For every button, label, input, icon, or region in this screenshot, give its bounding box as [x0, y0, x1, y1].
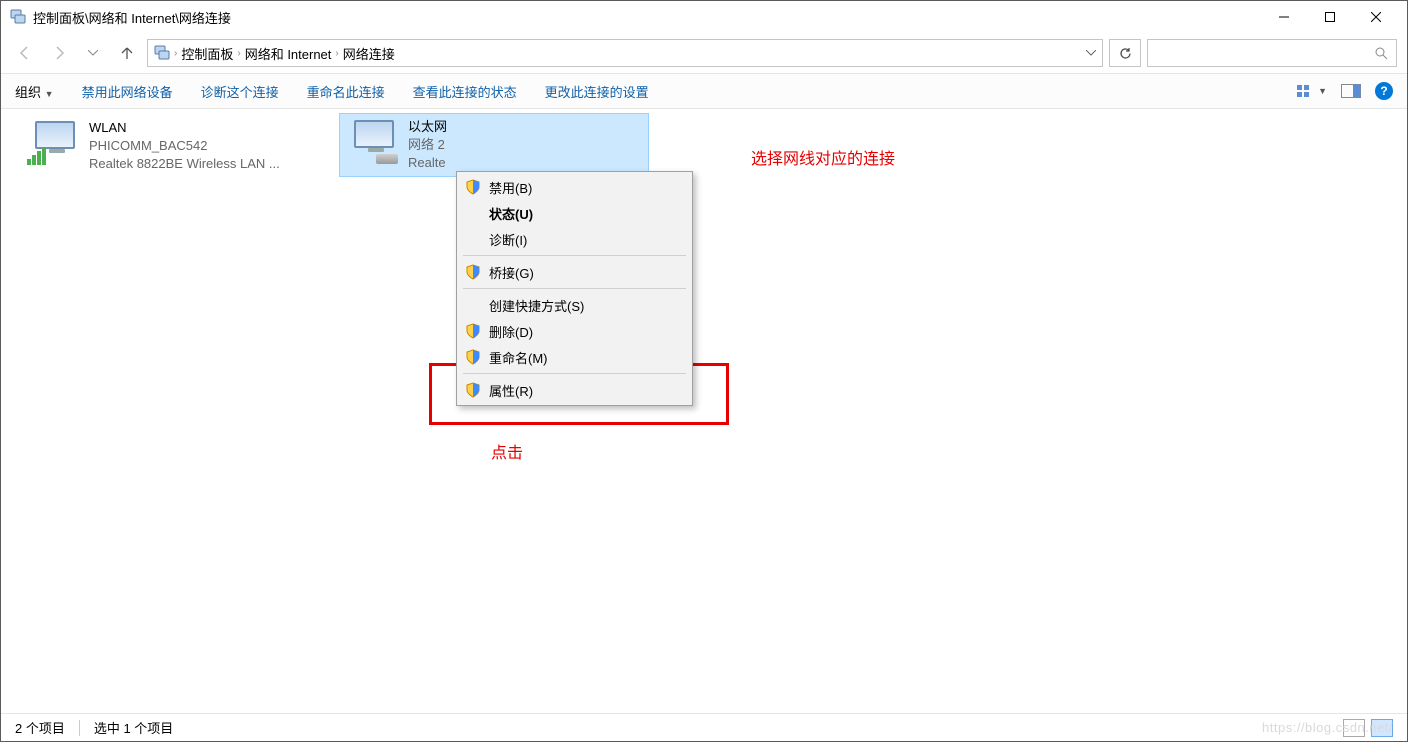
status-selected-count: 选中 1 个项目 [94, 718, 173, 737]
breadcrumb-item[interactable]: 网络和 Internet [245, 44, 332, 63]
view-options-button[interactable]: ▼ [1297, 84, 1327, 98]
breadcrumb-icon [154, 45, 170, 61]
cmd-diagnose[interactable]: 诊断这个连接 [201, 82, 279, 101]
shield-icon [465, 179, 481, 195]
connection-item-wlan[interactable]: WLAN PHICOMM_BAC542 Realtek 8822BE Wirel… [21, 115, 331, 177]
connection-item-ethernet[interactable]: 以太网 网络 2 Realte [339, 113, 649, 177]
refresh-button[interactable] [1109, 39, 1141, 67]
cmd-view-status[interactable]: 查看此连接的状态 [413, 82, 517, 101]
command-bar: 组织 ▼ 禁用此网络设备 诊断这个连接 重命名此连接 查看此连接的状态 更改此连… [1, 73, 1407, 109]
shield-icon [465, 382, 481, 398]
organize-menu[interactable]: 组织 ▼ [15, 82, 54, 101]
content-area: WLAN PHICOMM_BAC542 Realtek 8822BE Wirel… [1, 109, 1407, 705]
nav-forward-button[interactable] [45, 39, 73, 67]
menu-item-status[interactable]: 状态(U) [459, 200, 690, 226]
separator [79, 720, 80, 736]
connection-status: 网络 2 [408, 136, 447, 154]
chevron-right-icon: › [174, 48, 177, 59]
minimize-button[interactable] [1261, 2, 1307, 32]
menu-item-disable[interactable]: 禁用(B) [459, 174, 690, 200]
menu-item-properties[interactable]: 属性(R) [459, 377, 690, 403]
address-field[interactable]: › 控制面板 › 网络和 Internet › 网络连接 [147, 39, 1103, 67]
app-icon [9, 8, 27, 26]
menu-item-create-shortcut[interactable]: 创建快捷方式(S) [459, 292, 690, 318]
shield-icon [465, 323, 481, 339]
wifi-adapter-icon [27, 119, 83, 165]
connection-device: Realte [408, 154, 447, 172]
menu-separator [463, 255, 686, 256]
context-menu: 禁用(B) 状态(U) 诊断(I) 桥接(G) 创建快捷方式(S) 删除(D) … [456, 171, 693, 406]
search-input[interactable] [1147, 39, 1397, 67]
breadcrumb-item[interactable]: 控制面板 [181, 44, 233, 63]
menu-separator [463, 288, 686, 289]
address-dropdown-button[interactable] [1086, 50, 1096, 56]
cmd-change-settings[interactable]: 更改此连接的设置 [545, 82, 649, 101]
window-title: 控制面板\网络和 Internet\网络连接 [33, 8, 231, 27]
shield-icon [465, 349, 481, 365]
help-button[interactable]: ? [1375, 82, 1393, 100]
annotation-select-connection: 选择网线对应的连接 [751, 145, 895, 169]
maximize-button[interactable] [1307, 2, 1353, 32]
shield-icon [465, 264, 481, 280]
ethernet-adapter-icon [346, 118, 402, 164]
menu-item-bridge[interactable]: 桥接(G) [459, 259, 690, 285]
cmd-disable-device[interactable]: 禁用此网络设备 [82, 82, 173, 101]
connection-name: WLAN [89, 119, 280, 137]
breadcrumb-item[interactable]: 网络连接 [343, 44, 395, 63]
status-item-count: 2 个项目 [15, 718, 65, 737]
preview-pane-button[interactable] [1341, 84, 1361, 98]
menu-item-delete: 删除(D) [459, 318, 690, 344]
cmd-rename[interactable]: 重命名此连接 [307, 82, 385, 101]
chevron-right-icon: › [335, 48, 338, 59]
close-button[interactable] [1353, 2, 1399, 32]
address-bar: › 控制面板 › 网络和 Internet › 网络连接 [1, 33, 1407, 73]
status-bar: 2 个项目 选中 1 个项目 [1, 713, 1407, 741]
connection-status: PHICOMM_BAC542 [89, 137, 280, 155]
menu-item-diagnose[interactable]: 诊断(I) [459, 226, 690, 252]
connection-device: Realtek 8822BE Wireless LAN ... [89, 155, 280, 173]
menu-separator [463, 373, 686, 374]
annotation-click: 点击 [491, 439, 523, 463]
watermark: https://blog.csdn.net/ [1262, 720, 1393, 735]
nav-recent-button[interactable] [79, 39, 107, 67]
nav-back-button[interactable] [11, 39, 39, 67]
window-titlebar: 控制面板\网络和 Internet\网络连接 [1, 1, 1407, 33]
connection-name: 以太网 [408, 118, 447, 136]
search-icon [1374, 46, 1388, 60]
nav-up-button[interactable] [113, 39, 141, 67]
chevron-right-icon: › [237, 48, 240, 59]
menu-item-rename[interactable]: 重命名(M) [459, 344, 690, 370]
